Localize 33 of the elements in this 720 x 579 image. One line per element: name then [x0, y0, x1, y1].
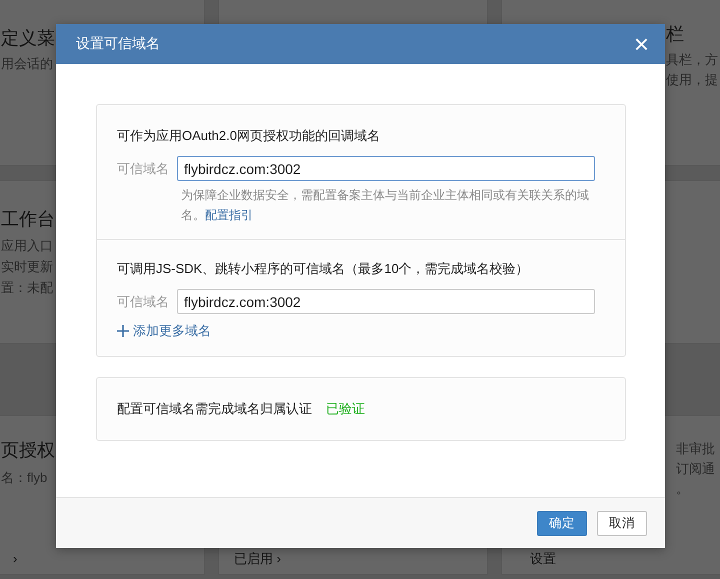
domain-input[interactable]: flybirdcz.com:3002 — [177, 289, 595, 314]
section-heading: 可调用JS-SDK、跳转小程序的可信域名（最多10个，需完成域名校验） — [117, 260, 530, 278]
card-text: 。 — [676, 480, 689, 498]
card-link[interactable]: 设置 — [530, 551, 556, 566]
card-text: 非审批 — [676, 440, 715, 458]
card-text: 用会话的 — [1, 55, 53, 73]
cancel-button[interactable]: 取消 — [597, 510, 647, 536]
card-link[interactable]: 已启用 › — [234, 551, 281, 566]
card-text: 置：未配 — [1, 279, 53, 297]
add-domain-button[interactable]: 添加更多域名 — [117, 322, 211, 340]
section-heading: 可作为应用OAuth2.0网页授权功能的回调域名 — [117, 127, 381, 145]
domain-input[interactable]: flybirdcz.com:3002 — [177, 156, 595, 181]
guide-link[interactable]: 配置指引 — [205, 208, 253, 222]
field-label: 可信域名 — [117, 292, 169, 310]
plus-icon — [117, 325, 129, 337]
card-text: 应用入口 — [1, 237, 53, 255]
card-title: 页授权 — [1, 439, 55, 462]
card-title: 工作台 — [1, 208, 55, 231]
field-label: 可信域名 — [117, 160, 169, 178]
card-text: 实时更新 — [1, 258, 53, 276]
card-title: 定义菜 — [1, 27, 55, 50]
card-text: 具栏，方 — [666, 51, 718, 69]
verify-text: 配置可信域名需完成域名归属认证 — [117, 400, 312, 418]
card-link[interactable]: › — [13, 551, 18, 566]
card-text: 使用，提 — [666, 71, 718, 89]
card-text: 名：flyb — [1, 469, 48, 487]
hint-text: 为保障企业数据安全，需配置备案主体与当前企业主体相同或有关联关系的域名。配置指引 — [181, 187, 590, 224]
confirm-button[interactable]: 确定 — [537, 510, 587, 536]
verified-status: 已验证 — [326, 400, 365, 418]
close-button[interactable]: × — [634, 34, 649, 54]
dialog-title: 设置可信域名 — [76, 35, 160, 53]
card-text: 订阅通 — [676, 460, 715, 478]
card-title: 栏 — [666, 23, 684, 46]
